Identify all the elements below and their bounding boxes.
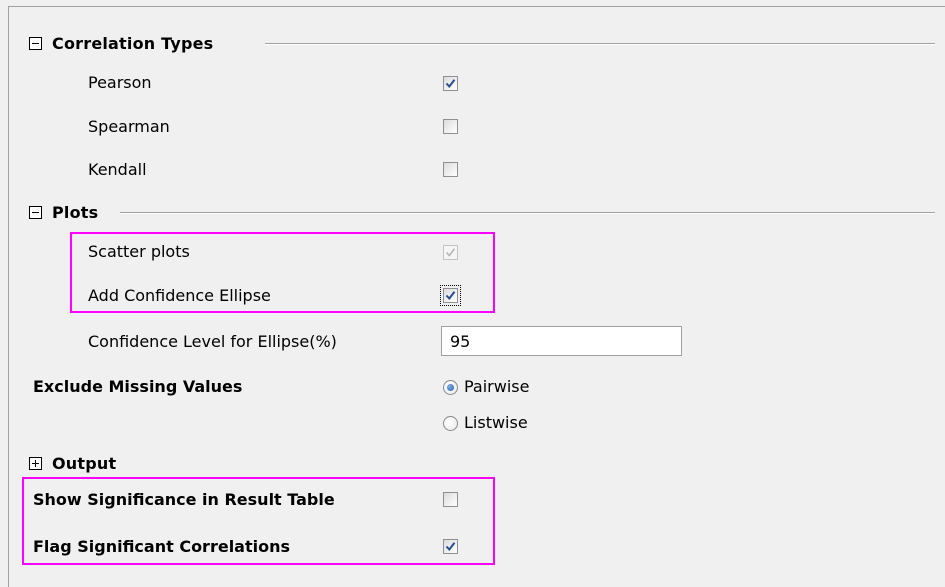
pairwise-label[interactable]: Pairwise — [464, 377, 529, 396]
expand-icon[interactable] — [29, 457, 42, 470]
flag-significant-checkbox[interactable] — [443, 539, 458, 554]
pearson-checkbox[interactable] — [443, 76, 458, 91]
confidence-ellipse-label: Add Confidence Ellipse — [88, 286, 271, 305]
confidence-level-label: Confidence Level for Ellipse(%) — [88, 332, 337, 351]
spearman-label: Spearman — [88, 117, 170, 136]
output-title: Output — [52, 454, 117, 473]
show-significance-checkbox[interactable] — [443, 492, 458, 507]
plots-header[interactable]: Plots — [29, 203, 98, 222]
listwise-label[interactable]: Listwise — [464, 413, 528, 432]
check-icon — [445, 79, 456, 89]
scatter-plots-label: Scatter plots — [88, 242, 190, 261]
check-icon — [445, 542, 456, 552]
output-header[interactable]: Output — [29, 454, 116, 473]
collapse-icon[interactable] — [29, 206, 42, 219]
radio-selected-dot — [447, 384, 454, 391]
pairwise-radio[interactable] — [443, 380, 458, 395]
flag-significant-label: Flag Significant Correlations — [33, 537, 291, 556]
section-divider — [265, 43, 935, 45]
kendall-label: Kendall — [88, 160, 147, 179]
section-divider — [120, 212, 935, 214]
pearson-label: Pearson — [88, 73, 152, 92]
correlation-types-header[interactable]: Correlation Types — [29, 34, 213, 53]
show-significance-label: Show Significance in Result Table — [33, 490, 335, 509]
exclude-missing-label: Exclude Missing Values — [33, 377, 243, 396]
scatter-plots-checkbox[interactable] — [443, 245, 458, 260]
correlation-types-title: Correlation Types — [52, 34, 214, 53]
kendall-checkbox[interactable] — [443, 162, 458, 177]
plots-title: Plots — [52, 203, 99, 222]
confidence-ellipse-checkbox[interactable] — [440, 285, 461, 306]
collapse-icon[interactable] — [29, 37, 42, 50]
confidence-level-input[interactable] — [441, 326, 682, 356]
check-icon — [445, 291, 456, 301]
listwise-radio[interactable] — [443, 416, 458, 431]
check-icon — [445, 248, 456, 257]
spearman-checkbox[interactable] — [443, 119, 458, 134]
